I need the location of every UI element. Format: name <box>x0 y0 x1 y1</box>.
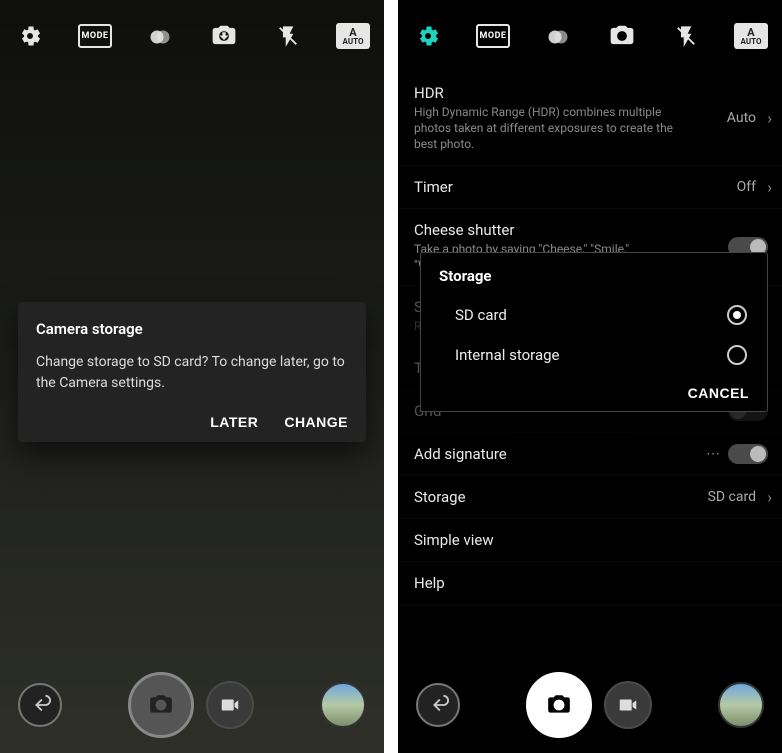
switch-camera-icon[interactable] <box>208 20 240 52</box>
row-value: Off <box>737 179 756 195</box>
gallery-thumbnail[interactable] <box>320 682 366 728</box>
topbar: MODE A AUTO <box>398 0 782 72</box>
row-desc: High Dynamic Range (HDR) combines multip… <box>414 104 674 153</box>
dialog-body: Change storage to SD card? To change lat… <box>36 352 348 394</box>
row-help[interactable]: Help <box>398 562 782 605</box>
option-internal-storage[interactable]: Internal storage <box>439 335 749 375</box>
row-hdr[interactable]: HDR High Dynamic Range (HDR) combines mu… <box>398 72 782 166</box>
later-button[interactable]: LATER <box>210 414 258 430</box>
auto-icon[interactable]: A AUTO <box>336 23 370 49</box>
mode-icon[interactable]: MODE <box>476 24 510 48</box>
flash-off-icon[interactable] <box>670 20 702 52</box>
video-button[interactable] <box>604 681 652 729</box>
option-label: SD card <box>455 306 507 324</box>
bottombar <box>0 657 384 753</box>
storage-popup: Storage SD card Internal storage CANCEL <box>420 252 768 412</box>
change-button[interactable]: CHANGE <box>284 414 348 430</box>
gallery-thumbnail[interactable] <box>718 682 764 728</box>
row-add-signature[interactable]: Add signature ⋯ <box>398 433 782 476</box>
cancel-button[interactable]: CANCEL <box>688 385 749 401</box>
left-screenshot: MODE A AUTO Camera storage Change storag… <box>0 0 384 753</box>
popup-actions: CANCEL <box>439 375 749 401</box>
auto-a: A <box>349 27 356 38</box>
row-title: Simple view <box>414 531 766 549</box>
row-timer[interactable]: Timer Off › <box>398 166 782 209</box>
bottombar <box>398 657 782 753</box>
option-sd-card[interactable]: SD card <box>439 295 749 335</box>
switch-camera-icon[interactable] <box>606 20 638 52</box>
topbar: MODE A AUTO <box>0 0 384 72</box>
auto-icon[interactable]: A AUTO <box>734 23 768 49</box>
row-simple-view[interactable]: Simple view <box>398 519 782 562</box>
filters-icon[interactable] <box>144 20 176 52</box>
capture-group <box>526 672 652 738</box>
settings-icon[interactable] <box>412 20 444 52</box>
right-screenshot: MODE A AUTO HDR High Dynamic Range (HDR)… <box>398 0 782 753</box>
auto-label: AUTO <box>741 38 762 46</box>
row-title: Timer <box>414 178 766 196</box>
radio-checked-icon[interactable] <box>727 305 747 325</box>
chevron-right-icon: › <box>767 488 772 507</box>
back-button[interactable] <box>18 683 62 727</box>
radio-unchecked-icon[interactable] <box>727 345 747 365</box>
row-title: Cheese shutter <box>414 221 766 239</box>
toggle[interactable] <box>728 444 768 464</box>
more-icon[interactable]: ⋯ <box>706 446 722 462</box>
shutter-button[interactable] <box>128 672 194 738</box>
back-button[interactable] <box>416 683 460 727</box>
filters-icon[interactable] <box>542 20 574 52</box>
row-title: HDR <box>414 84 766 102</box>
dialog-title: Camera storage <box>36 320 348 338</box>
video-button[interactable] <box>206 681 254 729</box>
camera-storage-dialog: Camera storage Change storage to SD card… <box>18 302 366 442</box>
option-label: Internal storage <box>455 346 560 364</box>
row-storage[interactable]: Storage SD card › <box>398 476 782 519</box>
shutter-button[interactable] <box>526 672 592 738</box>
flash-off-icon[interactable] <box>272 20 304 52</box>
chevron-right-icon: › <box>767 177 772 196</box>
settings-icon[interactable] <box>14 20 46 52</box>
mode-icon[interactable]: MODE <box>78 24 112 48</box>
dialog-actions: LATER CHANGE <box>36 414 348 430</box>
capture-group <box>128 672 254 738</box>
row-value: Auto <box>727 110 756 126</box>
auto-label: AUTO <box>343 38 364 46</box>
row-value: SD card <box>708 489 756 505</box>
chevron-right-icon: › <box>767 109 772 128</box>
row-title: Help <box>414 574 766 592</box>
auto-a: A <box>747 27 754 38</box>
popup-title: Storage <box>439 267 749 285</box>
